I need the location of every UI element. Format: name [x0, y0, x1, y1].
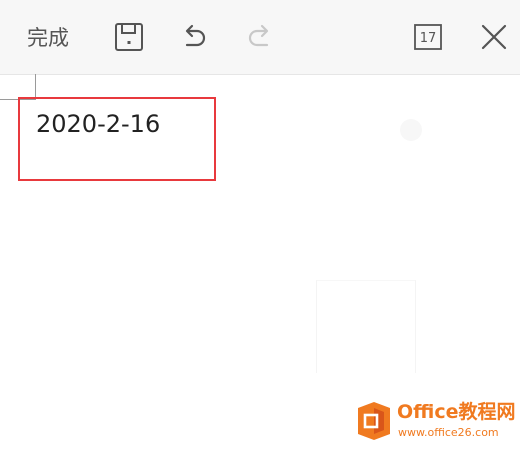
done-button[interactable]: 完成 — [27, 22, 69, 54]
undo-icon[interactable] — [177, 20, 211, 54]
watermark-title: Office教程网 — [397, 401, 516, 423]
calendar-day-number: 17 — [419, 31, 437, 46]
faint-circle-shape — [400, 119, 422, 141]
office-logo-icon — [358, 402, 390, 440]
highlight-box — [18, 97, 216, 181]
close-icon[interactable] — [477, 20, 511, 54]
editor-toolbar: 完成 17 — [0, 0, 520, 75]
calendar-icon[interactable]: 17 — [413, 23, 443, 51]
faint-frame-shape — [316, 280, 416, 373]
redo-icon[interactable] — [243, 20, 277, 54]
watermark: Office教程网 www.office26.com — [357, 397, 517, 445]
watermark-url: www.office26.com — [398, 426, 499, 439]
save-icon[interactable] — [112, 20, 146, 54]
